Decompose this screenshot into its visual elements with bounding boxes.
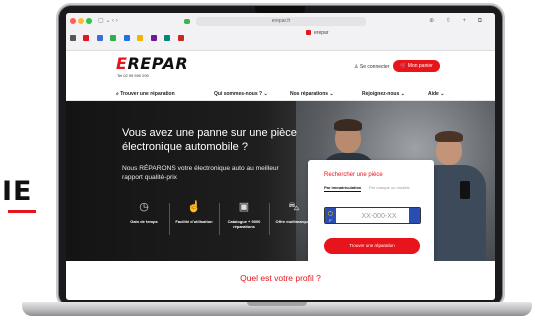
plate-country: F	[329, 218, 332, 223]
cart-button[interactable]: 🛒 Mon panier	[393, 60, 440, 72]
laptop-groove	[247, 302, 307, 306]
feature-list: ◷ Gain de temps ☝ Facilité d'utilisation…	[122, 199, 312, 251]
nav-about[interactable]: Qui sommes-nous ? ⌄	[214, 91, 268, 97]
tab-by-plate[interactable]: Par immatriculation	[324, 185, 362, 192]
laptop-base	[22, 302, 532, 316]
bookmark-icon[interactable]	[177, 34, 184, 41]
bookmarks-bar	[70, 29, 187, 41]
maximize-window-dot[interactable]	[86, 18, 92, 24]
part-search-card: Rechercher une pièce Par immatriculation…	[308, 160, 434, 264]
left-heading-fragment: IE	[2, 176, 33, 207]
hero-subtitle: Nous RÉPARONS votre électronique auto au…	[122, 165, 279, 181]
nav-join[interactable]: Rejoignez-nous ⌄	[362, 91, 405, 97]
profile-section: Quel est votre profil ?	[66, 261, 495, 300]
feature-divider	[269, 203, 270, 235]
find-repair-button[interactable]: Trouver une réparation	[324, 238, 420, 254]
shield-icon	[184, 19, 190, 24]
profile-title: Quel est votre profil ?	[240, 273, 321, 283]
bookmark-icon[interactable]	[123, 34, 130, 41]
nav-find-repair[interactable]: ⌕ Trouver une réparation	[116, 91, 175, 97]
logo-e: E	[116, 54, 128, 73]
bookmark-icon[interactable]	[150, 34, 157, 41]
feature-divider	[219, 203, 220, 235]
laptop-screen: ▢ ⌄ ‹ › erepar.fr ⊕ ⇧ + ⧉ erepar EREPAR	[66, 13, 495, 300]
browser-tab[interactable]: erepar	[306, 29, 346, 38]
bookmark-icon[interactable]	[110, 34, 117, 41]
browser-toolbar-icons[interactable]: ⊕ ⇧ + ⧉	[429, 17, 487, 25]
address-bar[interactable]: erepar.fr	[196, 17, 366, 26]
bookmark-icon[interactable]	[164, 34, 171, 41]
feature-label: Gain de temps	[130, 219, 158, 224]
tab-by-model[interactable]: Par marque ou modèle	[369, 185, 410, 190]
logo-rest: REPAR	[127, 54, 189, 73]
login-link[interactable]: ♙ Se connecter	[354, 64, 389, 70]
eu-flag-icon: F	[325, 208, 336, 223]
bookmark-icon[interactable]	[83, 34, 90, 41]
phone-number: Tel 02 99 590 290	[117, 73, 149, 78]
left-heading-underline	[8, 210, 36, 213]
nav-repairs[interactable]: Nos réparations ⌄	[290, 91, 334, 97]
erepar-logo[interactable]: EREPAR	[116, 54, 188, 73]
main-nav: ⌕ Trouver une réparation Qui sommes-nous…	[66, 89, 495, 101]
search-card-title: Rechercher une pièce	[324, 172, 383, 178]
site-header: EREPAR Tel 02 99 590 290 ♙ Se connecter …	[66, 51, 495, 89]
bookmark-icon[interactable]	[96, 34, 103, 41]
laptop-notch	[255, 6, 305, 13]
hand-click-icon: ☝	[187, 201, 201, 213]
bookmark-icon[interactable]	[70, 34, 76, 41]
bookmark-icon[interactable]	[137, 34, 144, 41]
feature-label: Catalogue + 9000 réparations	[227, 219, 261, 229]
minimize-window-dot[interactable]	[78, 18, 84, 24]
browser-chrome: ▢ ⌄ ‹ › erepar.fr ⊕ ⇧ + ⧉ erepar	[66, 13, 495, 51]
feature-item: ☝ Facilité d'utilisation	[172, 199, 216, 224]
browser-nav-icons[interactable]: ▢ ⌄ ‹ ›	[98, 18, 118, 24]
catalogue-icon: ▣	[238, 201, 250, 213]
hero-title: Vous avez une panne sur une pièce électr…	[122, 127, 297, 153]
tab-favicon-icon	[306, 30, 311, 36]
plate-region-badge	[409, 208, 420, 223]
feature-label: Facilité d'utilisation	[175, 219, 213, 224]
piggy-bank-icon: ◷	[139, 201, 149, 213]
license-plate-input[interactable]: F XX-000-XX	[324, 207, 421, 224]
nav-help[interactable]: Aide ⌄	[428, 91, 444, 97]
stage: IE ▢ ⌄ ‹ › erepar.fr ⊕ ⇧ + ⧉ erepar EREP…	[0, 0, 535, 329]
feature-divider	[169, 203, 170, 235]
feature-item: ▣ Catalogue + 9000 réparations	[222, 199, 266, 229]
close-window-dot[interactable]	[70, 18, 76, 24]
tab-label: erepar	[314, 30, 329, 36]
feature-item: ◷ Gain de temps	[122, 199, 166, 224]
